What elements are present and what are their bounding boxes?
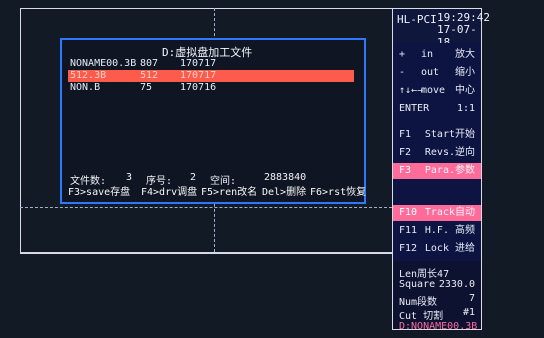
save-command[interactable]: F3>save存盘 xyxy=(68,183,130,198)
crosshair-horizontal xyxy=(20,207,392,208)
panel-header: HL-PCI 19:29:42 17-07-18 xyxy=(393,9,490,49)
file-size: 75 xyxy=(140,82,153,93)
file-name: 512.3B xyxy=(70,70,107,81)
command-line: F3>save存盘 F4>drv调盘 F5>ren改名 Del>删除 F6>rs… xyxy=(60,180,366,198)
length-label: Len周长47 xyxy=(399,269,450,280)
file-path-label: D:NONAME00.3B xyxy=(399,321,478,332)
count-value: 7 xyxy=(468,293,475,304)
plus-key: + xyxy=(399,49,406,60)
drive-command[interactable]: F4>drv调盘 xyxy=(141,183,197,198)
track-menu-item[interactable]: F10 Track自动 xyxy=(393,205,481,221)
function-menu: F1 Start开始 F2 Revs.逆向 F3 Para.参数 F10 Tra… xyxy=(393,121,481,262)
file-row[interactable]: NON.B 75 170716 xyxy=(68,82,354,94)
file-row[interactable]: NONAME00.3B 807 170717 xyxy=(68,58,354,70)
zoom-out-action: out xyxy=(421,67,440,78)
info-panel: Len周长47 Square 2330.0 Num段数 7 Cut 切割 #1 … xyxy=(393,261,481,332)
move-row[interactable]: ↑↓←→ move 中心 xyxy=(393,83,481,99)
file-list: NONAME00.3B 807 170717 512.3B 512 170717… xyxy=(68,58,354,144)
start-label: Start开始 xyxy=(424,129,475,140)
top-rule xyxy=(20,252,392,253)
file-date: 170716 xyxy=(180,82,217,93)
file-row-selected[interactable]: 512.3B 512 170717 xyxy=(68,70,354,82)
reverse-menu-item[interactable]: F2 Revs.逆向 xyxy=(393,145,481,161)
count-label: Num段数 xyxy=(399,297,438,308)
zoom-in-row[interactable]: + in 放大 xyxy=(393,47,481,63)
file-name: NON.B xyxy=(70,82,101,93)
lock-label: Lock 进给 xyxy=(424,243,475,254)
minus-key: - xyxy=(399,67,406,78)
file-size: 512 xyxy=(140,70,159,81)
enter-key: ENTER xyxy=(399,103,430,114)
high-frequency-label: H.F. 高频 xyxy=(424,225,475,236)
delete-command[interactable]: Del>删除 xyxy=(262,183,306,198)
f12-key: F12 xyxy=(399,243,418,254)
parameter-menu-item[interactable]: F3 Para.参数 xyxy=(393,163,481,179)
restore-command[interactable]: F6>rst恢复 xyxy=(310,183,366,198)
cut-label: Cut 切割 xyxy=(399,311,444,322)
f11-key: F11 xyxy=(399,225,418,236)
f2-key: F2 xyxy=(399,147,412,158)
f1-key: F1 xyxy=(399,129,412,140)
arrow-keys-icon: ↑↓←→ xyxy=(399,85,424,96)
move-label: 中心 xyxy=(455,85,475,96)
square-value: 2330.0 xyxy=(438,279,475,290)
zoom-out-row[interactable]: - out 缩小 xyxy=(393,65,481,81)
zoom-in-action: in xyxy=(421,49,434,60)
reverse-label: Revs.逆向 xyxy=(424,147,475,158)
enter-row[interactable]: ENTER 1:1 xyxy=(393,101,481,117)
move-action: move xyxy=(421,85,446,96)
high-frequency-menu-item[interactable]: F11 H.F. 高频 xyxy=(393,223,481,239)
f3-key: F3 xyxy=(399,165,412,176)
control-panel: HL-PCI 19:29:42 17-07-18 + in 放大 - out 缩… xyxy=(392,8,490,332)
square-label: Square xyxy=(399,279,436,290)
parameter-label: Para.参数 xyxy=(424,165,475,176)
scale-label: 1:1 xyxy=(456,103,475,114)
cut-value: #1 xyxy=(462,307,475,318)
system-name: HL-PCI xyxy=(397,13,437,26)
f10-key: F10 xyxy=(399,207,418,218)
zoom-in-label: 放大 xyxy=(455,49,475,60)
screen: D:虚拟盘加工文件 NONAME00.3B 807 170717 512.3B … xyxy=(0,0,544,338)
zoom-out-label: 缩小 xyxy=(455,67,475,78)
file-date: 170717 xyxy=(180,58,217,69)
rename-command[interactable]: F5>ren改名 xyxy=(201,183,257,198)
track-label: Track自动 xyxy=(424,207,475,218)
start-menu-item[interactable]: F1 Start开始 xyxy=(393,127,481,143)
file-date: 170717 xyxy=(180,70,217,81)
navigation-controls: + in 放大 - out 缩小 ↑↓←→ move 中心 ENTER 1:1 xyxy=(393,43,481,122)
lock-menu-item[interactable]: F12 Lock 进给 xyxy=(393,241,481,257)
file-size: 807 xyxy=(140,58,159,69)
file-name: NONAME00.3B xyxy=(70,58,137,69)
